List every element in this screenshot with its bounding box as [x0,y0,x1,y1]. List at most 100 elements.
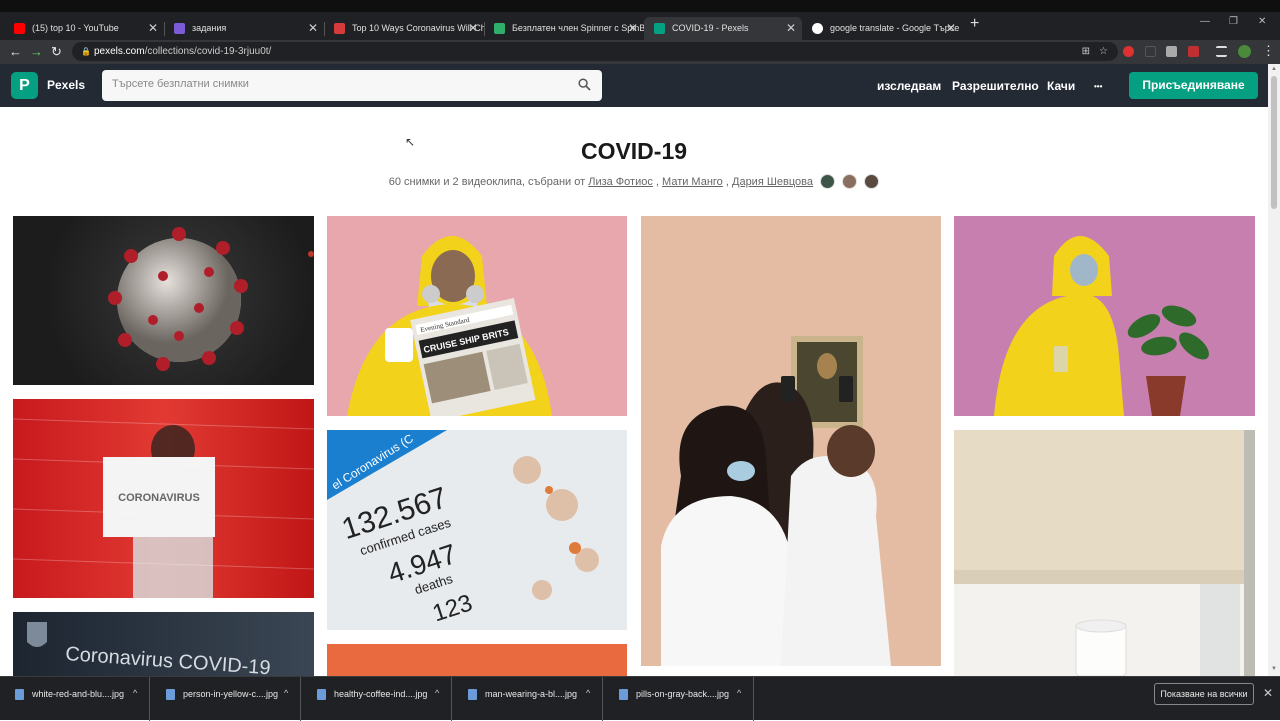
reload-icon[interactable]: ↻ [51,43,62,61]
forward-arrow-icon[interactable]: → [30,43,43,61]
curator-avatar[interactable] [842,174,858,189]
window-illustration [954,430,1255,676]
nav-license[interactable]: Разрешително [952,79,1039,93]
separator: , [655,176,659,188]
new-tab-button[interactable]: + [970,15,979,33]
download-filename: healthy-coffee-ind....jpg [334,689,428,699]
browser-menu-icon[interactable]: ⋮ [1262,42,1275,60]
photo-orange[interactable] [327,644,627,676]
address-bar: ← → ↻ 🔒 pexels.com/collections/covid-19-… [0,40,1280,64]
extension-icon[interactable] [1188,46,1199,57]
hazmat-plant-illustration [994,236,1209,416]
image-file-icon [15,689,24,700]
downloads-bar: white-red-and-blu....jpg ^ person-in-yel… [0,676,1280,721]
page-scrollbar[interactable]: ▲ ▼ [1268,64,1280,676]
bookmark-star-icon[interactable]: ☆ [1099,42,1108,61]
photo-yellow-suit-newspaper[interactable]: Evening Standard CRUISE SHIP BRITS [327,216,627,416]
hazmat-newspaper-illustration: Evening Standard CRUISE SHIP BRITS [347,236,552,416]
image-file-icon [317,689,326,700]
tab-title: COVID-19 - Pexels [672,23,749,33]
tab-title: google translate - Google Търсе [830,23,960,33]
profile-avatar[interactable] [1238,45,1251,58]
google-favicon-icon [812,23,823,34]
back-arrow-icon[interactable]: ← [9,43,22,61]
extension-icon[interactable] [1166,46,1177,57]
scroll-up-arrow-icon[interactable]: ▲ [1271,66,1277,72]
mouse-cursor-icon: ↖ [405,135,416,149]
download-item[interactable]: pills-on-gray-back....jpg ^ [604,677,754,721]
scrollbar-thumb[interactable] [1271,76,1277,209]
image-file-icon [468,689,477,700]
photo-window-blinds[interactable] [954,430,1255,676]
download-filename: man-wearing-a-bl....jpg [485,689,578,699]
chevron-up-icon[interactable]: ^ [435,688,439,698]
more-options-icon[interactable]: ••• [1094,82,1102,91]
tab-top10-coronavirus[interactable]: Top 10 Ways Coronavirus Will Ch ✕ [324,17,484,40]
download-item[interactable]: man-wearing-a-bl....jpg ^ [453,677,603,721]
tab-zadaniya[interactable]: задания ✕ [164,17,324,40]
nav-upload[interactable]: Качи [1047,79,1075,93]
close-tab-icon[interactable]: ✕ [628,17,638,40]
close-tab-icon[interactable]: ✕ [786,17,796,40]
translate-icon[interactable]: ⊞ [1082,42,1090,61]
search-input[interactable] [112,78,562,90]
chevron-up-icon[interactable]: ^ [737,688,741,698]
extension-abp-icon[interactable] [1123,46,1134,57]
chevron-up-icon[interactable]: ^ [284,688,288,698]
curator-avatar[interactable] [820,174,836,189]
stats-screen-illustration: el Coronavirus (C 132.567 confirmed case… [327,430,599,627]
curator-link[interactable]: Мати Манго [662,176,723,188]
search-icon[interactable] [578,78,591,91]
photo-masks-mona-lisa[interactable] [641,216,941,666]
extension-icon[interactable] [1145,46,1156,57]
brand-name[interactable]: Pexels [47,78,85,92]
download-item[interactable]: white-red-and-blu....jpg ^ [0,677,150,721]
close-downloads-icon[interactable]: ✕ [1263,686,1273,700]
collection-summary: 60 снимки и 2 видеоклипа, събрани от Лиз… [0,174,1268,189]
close-window-button[interactable]: ✕ [1258,16,1266,27]
close-tab-icon[interactable]: ✕ [308,17,318,40]
chevron-up-icon[interactable]: ^ [133,688,137,698]
photo-coronavirus-model[interactable] [13,216,314,385]
summary-text: 60 снимки и 2 видеоклипа, събрани от [388,176,586,188]
scroll-down-arrow-icon[interactable]: ▼ [1271,666,1277,672]
banner-text: Coronavirus COVID-19 [65,643,272,676]
tab-youtube[interactable]: (15) top 10 - YouTube ✕ [4,17,164,40]
photo-covid-banner[interactable]: Coronavirus COVID-19 [13,612,314,676]
minimize-button[interactable]: — [1200,16,1210,27]
join-button[interactable]: Присъединяване [1129,72,1258,99]
banner-illustration: Coronavirus COVID-19 [27,622,272,676]
tab-title: Безплатен член Spinner с SpinB [512,23,644,33]
pexels-logo[interactable]: P [11,72,38,99]
url-field[interactable]: 🔒 pexels.com/collections/covid-19-3rjuu0… [72,42,1118,61]
image-file-icon [619,689,628,700]
stat-third: 123 [429,589,475,627]
download-item[interactable]: healthy-coffee-ind....jpg ^ [302,677,452,721]
tab-title: (15) top 10 - YouTube [32,23,119,33]
close-tab-icon[interactable]: ✕ [468,17,478,40]
page-title: COVID-19 [580,138,688,164]
tab-google-translate[interactable]: google translate - Google Търсе ✕ [802,17,962,40]
photo-yellow-suit-plant[interactable] [954,216,1255,416]
tab-spinbot[interactable]: Безплатен член Spinner с SpinB ✕ [484,17,644,40]
curator-link[interactable]: Лиза Фотиос [588,176,653,188]
photo-coronavirus-sign[interactable]: CORONAVIRUS [13,399,314,598]
photo-covid-stats[interactable]: el Coronavirus (C 132.567 confirmed case… [327,430,627,630]
media-queue-icon[interactable] [1216,46,1227,57]
search-box[interactable] [102,70,602,101]
chevron-up-icon[interactable]: ^ [586,688,590,698]
curator-avatar[interactable] [864,174,880,189]
site-header: P Pexels изследвам Разрешително Качи •••… [0,64,1268,107]
nav-explore[interactable]: изследвам [877,79,941,93]
maximize-button[interactable]: ❐ [1229,16,1238,27]
spinbot-favicon-icon [494,23,505,34]
tab-title: задания [192,23,227,33]
close-tab-icon[interactable]: ✕ [946,17,956,40]
tab-pexels-active[interactable]: COVID-19 - Pexels ✕ [644,17,802,40]
show-all-downloads-button[interactable]: Показване на всички [1154,683,1254,705]
close-tab-icon[interactable]: ✕ [148,17,158,40]
url-path: /collections/covid-19-3rjuu0t/ [144,46,272,57]
gallery-illustration [661,336,891,666]
curator-link[interactable]: Дария Шевцова [732,176,813,188]
download-item[interactable]: person-in-yellow-c....jpg ^ [151,677,301,721]
